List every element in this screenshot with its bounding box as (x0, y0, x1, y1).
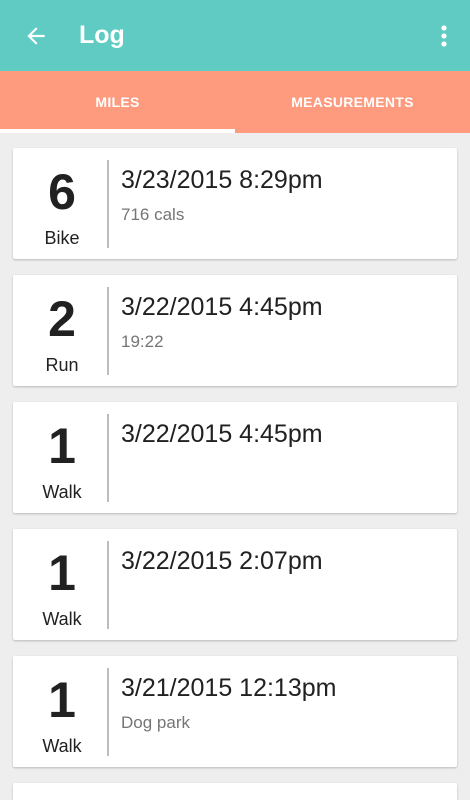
entry-summary: 6 Bike (13, 148, 108, 259)
entry-note: Dog park (121, 713, 190, 732)
tab-miles-label: MILES (95, 94, 140, 110)
entry-summary: 1 Walk (13, 529, 108, 640)
entry-activity: Bike (44, 228, 80, 248)
back-button[interactable] (14, 14, 58, 58)
tab-selected-indicator (0, 129, 235, 133)
entry-note: 19:22 (121, 332, 164, 351)
tab-measurements[interactable]: MEASUREMENTS (235, 71, 470, 133)
tab-miles[interactable]: MILES (0, 71, 235, 133)
entry-divider (107, 414, 109, 502)
entry-miles: 6 (48, 164, 76, 220)
app-bar: Log (0, 0, 470, 71)
entry-divider (107, 160, 109, 248)
app-screen: Log MILES MEASUREMENTS 6 Bike 3/23/2015 … (0, 0, 470, 800)
tab-bar: MILES MEASUREMENTS (0, 71, 470, 133)
entry-activity: Walk (42, 609, 82, 629)
entry-activity: Run (45, 355, 79, 375)
entry-datetime: 3/21/2015 12:13pm (121, 674, 337, 702)
log-entry-card[interactable]: 6 Bike 3/23/2015 8:29pm 716 cals (13, 148, 457, 259)
log-entry-list: 6 Bike 3/23/2015 8:29pm 716 cals 2 Run 3… (13, 148, 457, 800)
entry-miles: 1 (48, 672, 76, 728)
entry-note: 716 cals (121, 205, 185, 224)
log-entry-card[interactable]: 2 Run 3/22/2015 4:45pm 19:22 (13, 275, 457, 386)
overflow-menu-button[interactable] (430, 14, 458, 58)
entry-summary: 1 Walk (13, 402, 108, 513)
log-entry-card[interactable]: 1 Walk 3/21/2015 12:13pm Dog park (13, 656, 457, 767)
log-entry-card[interactable]: 1 Walk 3/22/2015 4:45pm (13, 402, 457, 513)
arrow-left-icon (27, 27, 45, 45)
entry-miles: 1 (48, 545, 76, 601)
entry-activity: Walk (42, 482, 82, 502)
entry-activity: Walk (42, 736, 82, 756)
page-title: Log (79, 21, 125, 49)
log-entry-card-partial[interactable] (13, 783, 457, 800)
entry-summary: 2 Run (13, 275, 108, 386)
entry-datetime: 3/22/2015 4:45pm (121, 293, 323, 321)
entry-summary: 1 Walk (13, 656, 108, 767)
tab-measurements-label: MEASUREMENTS (291, 94, 414, 110)
entry-datetime: 3/22/2015 2:07pm (121, 547, 323, 575)
entry-divider (107, 541, 109, 629)
more-vert-icon (441, 25, 447, 47)
log-entry-card[interactable]: 1 Walk 3/22/2015 2:07pm (13, 529, 457, 640)
entry-miles: 1 (48, 418, 76, 474)
entry-divider (107, 668, 109, 756)
entry-datetime: 3/23/2015 8:29pm (121, 166, 323, 194)
entry-divider (107, 287, 109, 375)
entry-miles: 2 (48, 291, 76, 347)
entry-datetime: 3/22/2015 4:45pm (121, 420, 323, 448)
